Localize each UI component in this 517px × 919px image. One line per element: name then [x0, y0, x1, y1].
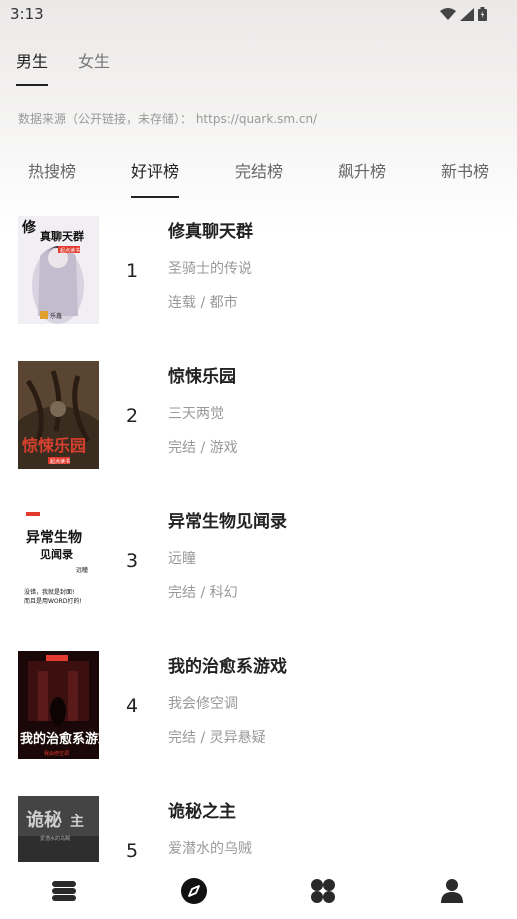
svg-text:乐鑫: 乐鑫 — [50, 312, 62, 320]
rank-number: 2 — [126, 405, 139, 427]
book-author: 爱潜水的乌贼 — [168, 841, 252, 857]
book-cover: 惊悚乐园 起点读书 — [18, 361, 99, 469]
tab-female[interactable]: 女生 — [78, 48, 110, 86]
svg-text:爱潜水的乌贼: 爱潜水的乌贼 — [40, 835, 70, 842]
tab-top-rated[interactable]: 好评榜 — [131, 158, 180, 198]
tab-hot-search[interactable]: 热搜榜 — [28, 158, 76, 198]
book-status-genre: 完结 / 科幻 — [168, 585, 238, 601]
svg-text:惊悚乐园: 惊悚乐园 — [22, 436, 86, 455]
svg-text:我的治愈系游戏: 我的治愈系游戏 — [20, 731, 99, 747]
book-item[interactable]: 惊悚乐园 起点读书 2 惊悚乐园 三天两觉 完结 / 游戏 — [0, 357, 517, 477]
rank-number: 4 — [126, 695, 139, 717]
rank-number: 3 — [126, 550, 139, 572]
book-status-genre: 完结 / 游戏 — [168, 440, 238, 456]
book-item[interactable]: 诡秘 主 爱潜水的乌贼 5 诡秘之主 爱潜水的乌贼 — [0, 792, 517, 862]
book-status-genre: 完结 / 灵异悬疑 — [168, 730, 266, 746]
svg-text:没错，我就是封面!: 没错，我就是封面! — [24, 588, 74, 596]
book-status-genre: 连载 / 都市 — [168, 295, 238, 311]
nav-profile[interactable] — [437, 876, 467, 906]
rank-tabs: 热搜榜 好评榜 完结榜 飙升榜 新书榜 — [0, 158, 517, 202]
bookshelf-icon — [52, 881, 76, 901]
book-title: 诡秘之主 — [168, 802, 236, 822]
status-bar: 3:13 — [0, 0, 517, 30]
gender-tabs: 男生 女生 — [16, 48, 110, 86]
compass-icon — [181, 878, 207, 904]
data-source-note: 数据来源（公开链接，未存储）： https://quark.sm.cn/ — [18, 112, 318, 126]
svg-text:主: 主 — [70, 813, 84, 830]
tab-new-books[interactable]: 新书榜 — [441, 158, 489, 198]
rank-number: 5 — [126, 840, 139, 862]
svg-text:起点读书: 起点读书 — [60, 247, 80, 254]
book-list: 修 真聊天群 起点读书 乐鑫 1 修真聊天群 圣骑士的传说 连载 / 都市 惊悚… — [0, 212, 517, 862]
tab-completed[interactable]: 完结榜 — [235, 158, 283, 198]
svg-text:我会修空调: 我会修空调 — [44, 750, 69, 757]
rank-number: 1 — [126, 260, 139, 282]
book-item[interactable]: 修 真聊天群 起点读书 乐鑫 1 修真聊天群 圣骑士的传说 连载 / 都市 — [0, 212, 517, 332]
book-cover: 修 真聊天群 起点读书 乐鑫 — [18, 216, 99, 324]
svg-text:而且是用WORD打的!: 而且是用WORD打的! — [24, 597, 82, 605]
battery-icon — [478, 7, 487, 21]
book-title: 惊悚乐园 — [168, 367, 236, 387]
tab-male[interactable]: 男生 — [16, 48, 49, 86]
book-author: 圣骑士的传说 — [168, 261, 252, 277]
book-title: 异常生物见闻录 — [168, 512, 287, 532]
book-author: 远瞳 — [168, 551, 196, 567]
svg-text:修: 修 — [21, 219, 37, 236]
svg-text:见闻录: 见闻录 — [40, 547, 73, 561]
svg-text:起点读书: 起点读书 — [50, 458, 70, 465]
status-icons — [440, 7, 487, 21]
book-title: 我的治愈系游戏 — [168, 657, 287, 677]
nav-categories[interactable] — [308, 876, 338, 906]
book-item[interactable]: 异常生物 见闻录 远瞳 没错，我就是封面! 而且是用WORD打的! 3 异常生物… — [0, 502, 517, 622]
signal-icon — [460, 7, 474, 21]
grid-icon — [311, 879, 335, 903]
book-item[interactable]: 我的治愈系游戏 我会修空调 4 我的治愈系游戏 我会修空调 完结 / 灵异悬疑 — [0, 647, 517, 767]
svg-text:真聊天群: 真聊天群 — [40, 229, 84, 243]
tab-rising[interactable]: 飙升榜 — [338, 158, 386, 198]
svg-text:远瞳: 远瞳 — [76, 566, 88, 574]
book-title: 修真聊天群 — [168, 222, 253, 242]
book-cover: 诡秘 主 爱潜水的乌贼 — [18, 796, 99, 862]
svg-text:诡秘: 诡秘 — [26, 809, 62, 831]
book-cover: 我的治愈系游戏 我会修空调 — [18, 651, 99, 759]
svg-text:异常生物: 异常生物 — [26, 529, 82, 546]
bottom-nav — [0, 862, 517, 919]
nav-discover[interactable] — [179, 876, 209, 906]
book-author: 三天两觉 — [168, 406, 224, 422]
status-time: 3:13 — [10, 5, 44, 23]
wifi-icon — [440, 7, 456, 20]
book-author: 我会修空调 — [168, 696, 238, 712]
book-cover: 异常生物 见闻录 远瞳 没错，我就是封面! 而且是用WORD打的! — [18, 506, 99, 614]
nav-bookshelf[interactable] — [49, 876, 79, 906]
profile-icon — [441, 879, 463, 903]
